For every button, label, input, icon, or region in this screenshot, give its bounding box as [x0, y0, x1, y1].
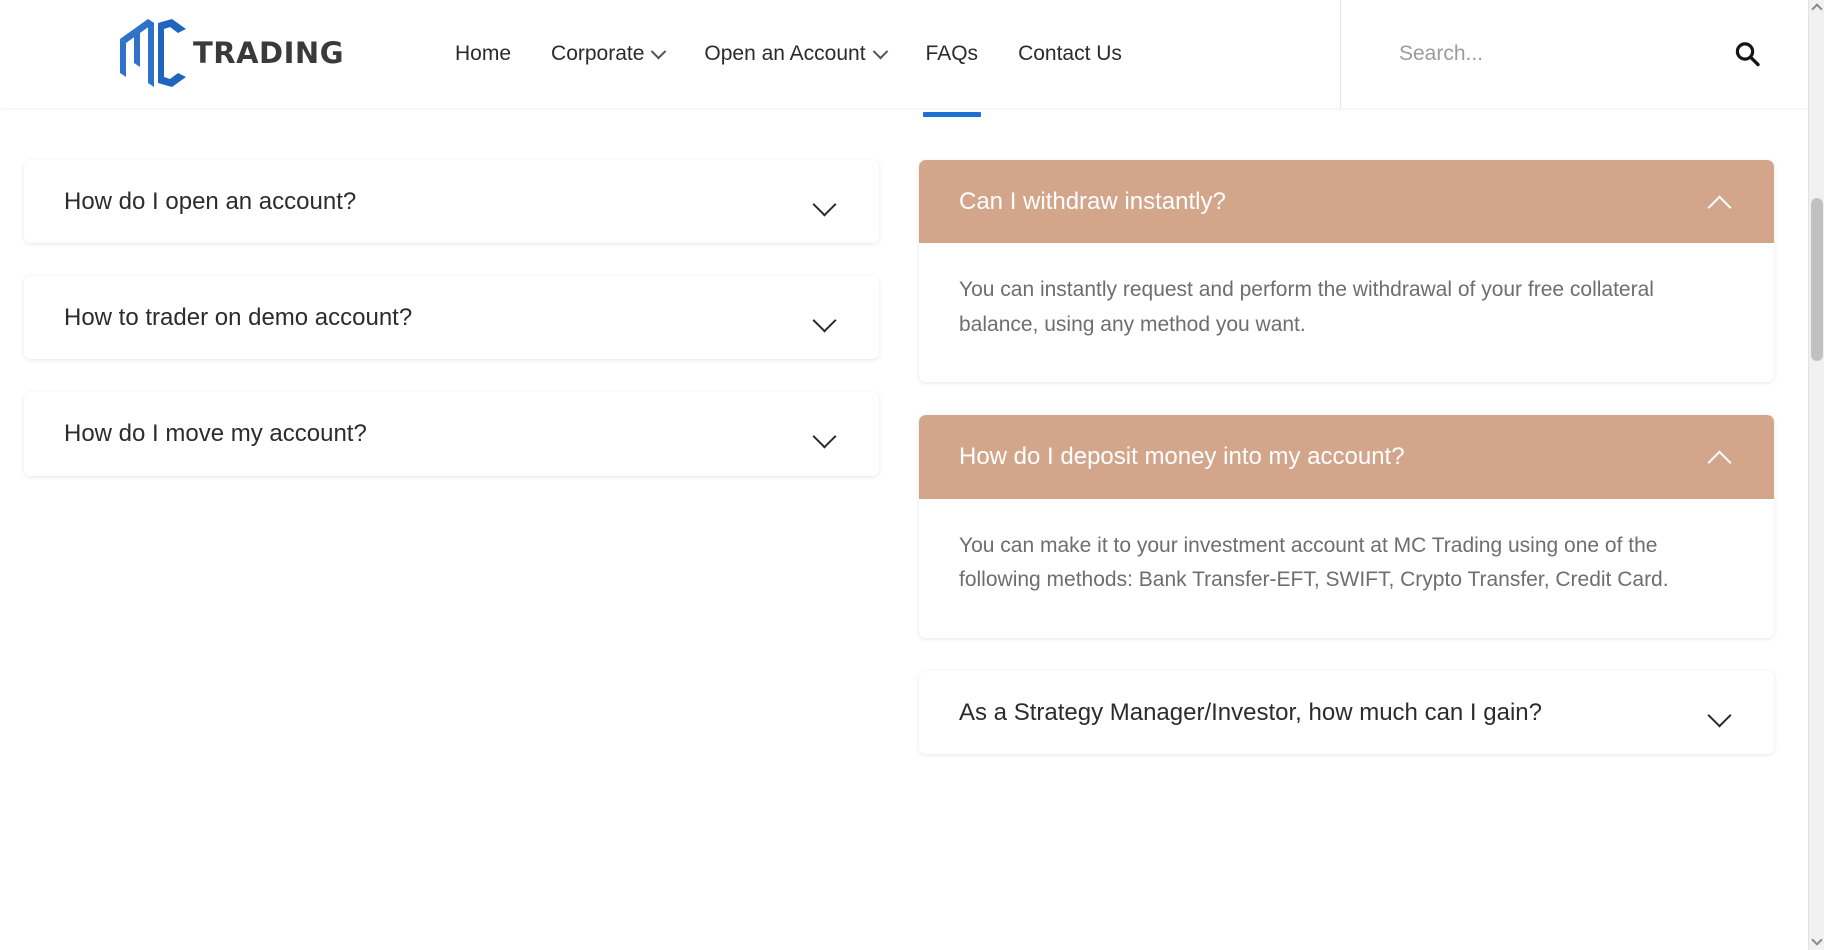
- chevron-up-icon[interactable]: [1708, 445, 1732, 469]
- chevron-down-icon[interactable]: [813, 190, 837, 214]
- faq-item-withdraw-instantly[interactable]: Can I withdraw instantly? You can instan…: [919, 160, 1774, 383]
- faq-item-deposit-money[interactable]: How do I deposit money into my account? …: [919, 415, 1774, 638]
- faq-question-text: Can I withdraw instantly?: [959, 188, 1226, 215]
- faq-question-text: How to trader on demo account?: [64, 304, 413, 332]
- nav-item-faqs[interactable]: FAQs: [906, 0, 999, 117]
- scrollbar-thumb[interactable]: [1811, 198, 1823, 361]
- chevron-down-icon[interactable]: [1708, 701, 1732, 725]
- faq-item-demo-account[interactable]: How to trader on demo account?: [24, 276, 879, 360]
- site-header: TRADING Home Corporate Open an Account F…: [0, 0, 1824, 117]
- faq-item-open-account[interactable]: How do I open an account?: [24, 160, 879, 244]
- faq-left-column: How do I open an account? How to trader …: [24, 160, 879, 787]
- mc-trading-logo-icon: [120, 19, 186, 87]
- faq-answer-text: You can instantly request and perform th…: [959, 278, 1654, 336]
- scroll-down-arrow-icon[interactable]: [1809, 934, 1824, 950]
- faq-item-strategy-manager-gain[interactable]: As a Strategy Manager/Investor, how much…: [919, 670, 1774, 755]
- main-navigation: Home Corporate Open an Account FAQs Cont…: [455, 0, 1142, 117]
- faq-answer-panel: You can make it to your investment accou…: [919, 498, 1774, 638]
- faq-question-text: How do I deposit money into my account?: [959, 443, 1405, 471]
- chevron-down-icon[interactable]: [813, 422, 837, 446]
- faq-question-header[interactable]: As a Strategy Manager/Investor, how much…: [919, 670, 1774, 755]
- chevron-down-icon: [651, 43, 667, 59]
- nav-item-home[interactable]: Home: [455, 0, 531, 108]
- faq-question-text: How do I move my account?: [64, 420, 367, 448]
- faq-answer-panel: You can instantly request and perform th…: [919, 243, 1774, 383]
- faq-question-header[interactable]: How do I open an account?: [24, 160, 879, 244]
- page-scrollbar[interactable]: [1808, 0, 1824, 950]
- nav-item-contact-us[interactable]: Contact Us: [998, 0, 1142, 108]
- faq-columns: How do I open an account? How to trader …: [0, 108, 1824, 787]
- nav-item-corporate[interactable]: Corporate: [531, 0, 684, 108]
- faq-answer-text: You can make it to your investment accou…: [959, 533, 1669, 592]
- nav-label: Corporate: [551, 42, 645, 65]
- site-logo[interactable]: TRADING: [112, 17, 344, 89]
- scroll-up-arrow-icon[interactable]: [1809, 0, 1824, 16]
- logo-text: TRADING: [193, 36, 344, 70]
- nav-label: Home: [455, 42, 512, 65]
- faq-right-column: Can I withdraw instantly? You can instan…: [919, 160, 1774, 787]
- search-area: [1340, 0, 1824, 108]
- search-icon[interactable]: [1732, 39, 1762, 69]
- nav-item-open-an-account[interactable]: Open an Account: [684, 0, 905, 108]
- faq-question-header[interactable]: Can I withdraw instantly?: [919, 160, 1774, 244]
- chevron-down-icon: [872, 43, 888, 59]
- faq-item-move-account[interactable]: How do I move my account?: [24, 392, 879, 476]
- faq-question-header[interactable]: How do I move my account?: [24, 392, 879, 476]
- nav-label: Contact Us: [1018, 42, 1122, 65]
- chevron-down-icon[interactable]: [813, 306, 837, 330]
- nav-label: Open an Account: [704, 42, 866, 65]
- faq-question-text: How do I open an account?: [64, 188, 357, 215]
- search-input[interactable]: [1399, 42, 1732, 66]
- page-root: How do I open an account? How to trader …: [0, 0, 1824, 950]
- faq-main-content: How do I open an account? How to trader …: [0, 108, 1824, 950]
- chevron-up-icon[interactable]: [1708, 190, 1732, 214]
- nav-label: FAQs: [925, 42, 979, 65]
- faq-question-header[interactable]: How do I deposit money into my account?: [919, 415, 1774, 499]
- faq-question-text: As a Strategy Manager/Investor, how much…: [959, 698, 1542, 726]
- faq-question-header[interactable]: How to trader on demo account?: [24, 276, 879, 360]
